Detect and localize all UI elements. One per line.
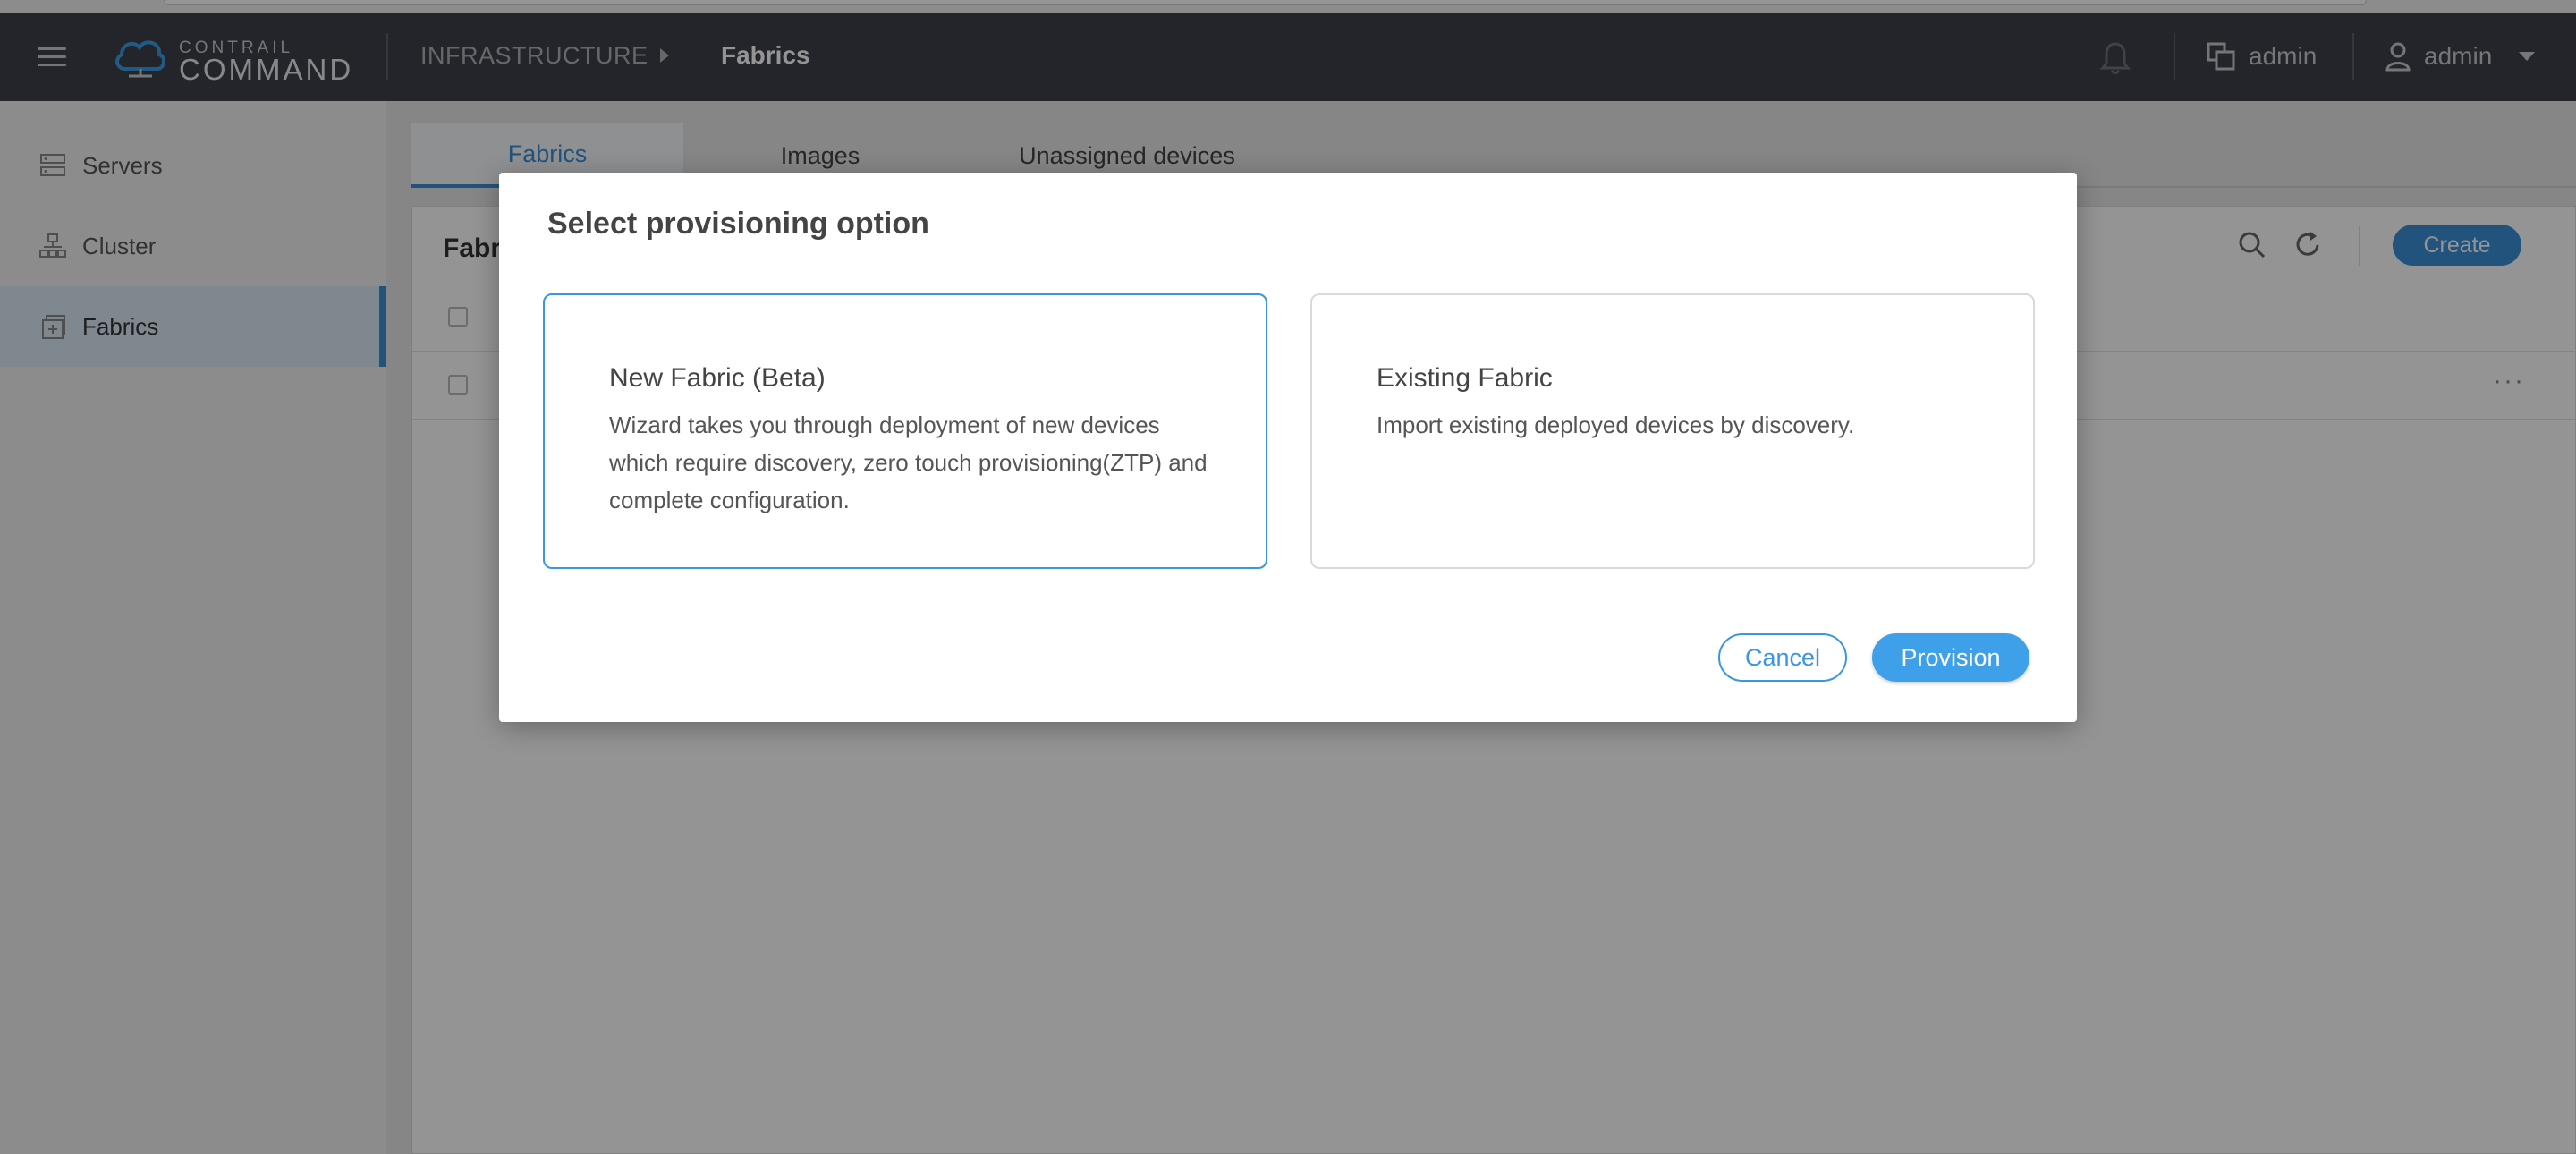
- option-new-fabric[interactable]: New Fabric (Beta) Wizard takes you throu…: [543, 293, 1267, 569]
- option-description: Wizard takes you through deployment of n…: [609, 412, 1208, 513]
- option-existing-fabric[interactable]: Existing Fabric Import existing deployed…: [1310, 293, 2035, 569]
- cancel-button[interactable]: Cancel: [1718, 633, 1847, 682]
- provision-button[interactable]: Provision: [1872, 633, 2029, 682]
- option-title: Existing Fabric: [1377, 363, 1553, 393]
- option-title: New Fabric (Beta): [609, 363, 826, 393]
- option-description: Import existing deployed devices by disc…: [1377, 412, 1855, 438]
- dialog-title: Select provisioning option: [547, 207, 929, 241]
- provisioning-dialog: Select provisioning option New Fabric (B…: [499, 173, 2077, 722]
